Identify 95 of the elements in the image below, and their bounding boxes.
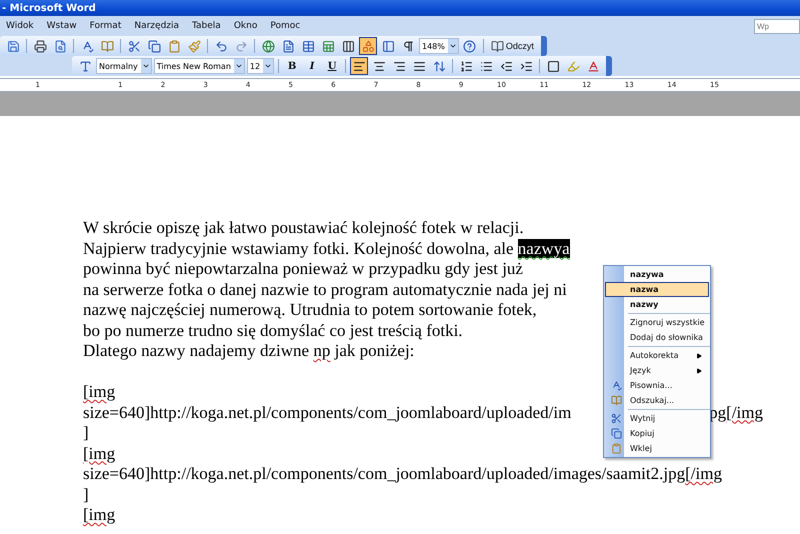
globe-icon: [262, 40, 274, 52]
caret-icon: [448, 42, 457, 50]
cut-icon: [128, 40, 140, 52]
document-text: size=640]http://koga.net.pl/components/com_joomlaboard/uploaded/im: [83, 402, 572, 422]
menu-item[interactable]: Okno: [234, 21, 258, 31]
redo-icon: [234, 40, 248, 52]
document-text: na serwerze fotka o danej nazwie to program automatycznie nada jej ni: [83, 280, 567, 298]
context-menu-item[interactable]: nazywa: [605, 267, 709, 282]
document-text: W skrócie opiszę jak łatwo poustawiać kolejność fotek w relacji.: [83, 218, 524, 237]
context-menu-item[interactable]: Wytnij: [605, 411, 709, 426]
menu-item[interactable]: Widok: [6, 21, 34, 31]
caret-icon: [142, 62, 150, 70]
menu-item[interactable]: Narzędzia: [134, 21, 180, 31]
misspelled-word: [img: [83, 382, 116, 401]
font-color-icon: [586, 60, 600, 72]
outdent-icon: [500, 60, 513, 72]
reading-button[interactable]: Odczyt: [488, 37, 537, 55]
border-icon: [546, 60, 560, 72]
help-icon: [463, 40, 476, 52]
toolbar-button[interactable]: B: [283, 57, 302, 75]
context-menu-item[interactable]: Dodaj do słownika: [605, 330, 709, 345]
style-icon: [78, 60, 92, 72]
toolbar-button[interactable]: [350, 57, 368, 75]
highlighter-icon: [566, 60, 580, 72]
preview-icon: [54, 40, 66, 52]
toolbar-button[interactable]: I: [303, 57, 322, 75]
save-icon: [6, 40, 20, 52]
copy-icon: [148, 40, 160, 52]
context-menu-item[interactable]: Kopiuj: [605, 426, 709, 441]
undo-icon: [214, 40, 228, 52]
spreadsheet-icon: [322, 40, 334, 52]
paste-icon: [610, 443, 622, 454]
document-text: Dlatego nazwy nadajemy dziwne: [83, 341, 310, 360]
context-menu-item[interactable]: Autokorekta: [605, 348, 709, 363]
table-icon: [302, 40, 314, 52]
document-text: size=640]http://koga.net.pl/components/com_joomlaboard/uploaded/images/saamit2.jpg: [83, 464, 686, 483]
align-center-icon: [372, 60, 386, 72]
document-text: nazwę najczęściej numerową. Utrudnia to potem sortowanie fotek,: [83, 300, 537, 319]
misspelled-word: [img: [83, 444, 116, 462]
document-text: jak poniżej:: [333, 341, 414, 360]
columns-icon: [342, 40, 354, 52]
context-menu-item[interactable]: nazwy: [605, 297, 709, 312]
align-right-icon: [392, 60, 406, 72]
menu-item[interactable]: Pomoc: [270, 21, 300, 31]
window-title: - Microsoft Word: [2, 2, 96, 14]
dropdown-field[interactable]: Normalny: [96, 58, 152, 74]
book-icon: [610, 395, 622, 406]
paste-icon: [168, 40, 180, 52]
misspelled-word: np: [313, 341, 330, 360]
bullet-list-icon: [480, 60, 493, 72]
panel-icon: [382, 40, 394, 52]
print-icon: [34, 40, 46, 52]
toolbar-button[interactable]: [359, 37, 377, 55]
book-icon: [100, 40, 114, 52]
misspelled-word: [img: [83, 505, 116, 524]
dropdown-field[interactable]: 148%: [419, 38, 459, 54]
context-menu-item[interactable]: Zignoruj wszystkie: [605, 315, 709, 330]
indent-icon: [520, 60, 533, 72]
context-menu-item[interactable]: Pisownia...: [605, 378, 709, 393]
document-text: ]: [83, 484, 89, 504]
submenu-arrow-icon: [696, 368, 702, 374]
document-text: powinna być niepowtarzalna ponieważ w przypadku gdy jest już: [83, 259, 523, 278]
justify-icon: [412, 60, 426, 72]
document-text: ]: [83, 423, 89, 442]
dropdown-field[interactable]: Times New Roman: [154, 58, 245, 74]
caret-icon: [264, 62, 272, 70]
context-menu-item[interactable]: Odszukaj...: [605, 393, 709, 408]
brush-icon: [188, 40, 200, 52]
numbered-list-icon: [460, 60, 473, 72]
menu-item[interactable]: Tabela: [192, 21, 221, 31]
book-icon: [490, 40, 504, 52]
cut-icon: [610, 413, 622, 424]
document-text: bo po numerze trudno się domyślać co jest treścią fotki.: [83, 320, 463, 340]
context-menu-item[interactable]: Wklej: [605, 441, 709, 456]
misspelled-word: [/img: [726, 402, 763, 422]
caret-icon: [234, 62, 243, 70]
menu-item[interactable]: Format: [90, 21, 122, 31]
copy-icon: [610, 428, 622, 439]
toolbar-button[interactable]: U: [323, 57, 342, 75]
context-menu-item[interactable]: nazwa: [605, 282, 709, 297]
submenu-arrow-icon: [696, 352, 702, 358]
document-icon: [282, 40, 294, 52]
context-menu-item[interactable]: Język: [605, 363, 709, 378]
document-text: Najpierw tradycyjnie wstawiamy fotki. Kolejność dowolna, ale: [83, 238, 515, 258]
misspelled-word: [/img: [685, 464, 722, 483]
shapes-icon: [362, 40, 374, 52]
dropdown-field[interactable]: 12: [246, 58, 274, 74]
pilcrow-icon: [402, 40, 414, 52]
spelling-icon: [80, 40, 94, 52]
help-search-field[interactable]: Wp: [754, 18, 800, 34]
selected-word: nazwya: [518, 238, 570, 258]
spelling-icon: [610, 380, 622, 391]
align-left-icon: [352, 60, 366, 72]
line-spacing-icon: [432, 60, 446, 72]
menu-item[interactable]: Wstaw: [46, 21, 77, 31]
